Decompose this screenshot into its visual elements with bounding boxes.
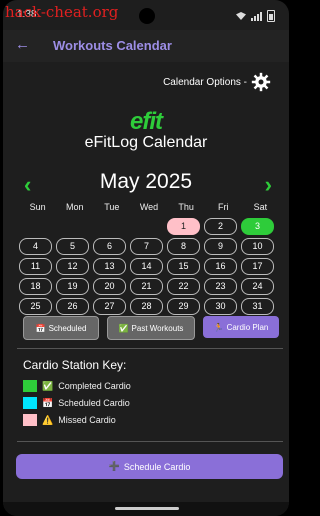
day-cell[interactable]: 3 — [241, 218, 274, 235]
missed-swatch — [23, 414, 37, 426]
day-cell[interactable]: 30 — [204, 298, 237, 315]
watermark-text: hack-cheat.org — [5, 3, 119, 21]
camera-cutout — [139, 8, 155, 24]
weekday-sat: Sat — [253, 202, 268, 212]
day-cell[interactable]: 5 — [56, 238, 89, 255]
calendar-options-label: Calendar Options - — [163, 76, 247, 88]
day-cell[interactable]: 12 — [56, 258, 89, 275]
day-cell[interactable]: 17 — [241, 258, 274, 275]
app-bar: ← Workouts Calendar — [3, 30, 289, 62]
month-navigator: ‹ May 2025 › — [3, 170, 289, 198]
checkmark-icon: ✅ — [118, 323, 129, 333]
page-title: Workouts Calendar — [53, 38, 172, 53]
day-cell[interactable]: 18 — [19, 278, 52, 295]
weekday-sun: Sun — [29, 202, 46, 212]
day-cell[interactable]: 9 — [204, 238, 237, 255]
app-title: eFitLog Calendar — [84, 134, 208, 151]
calendar-grid: 1 2 3 4 5 6 7 8 9 10 11 12 13 14 15 16 17 18 19 20 21 22 23 24 2… — [19, 218, 279, 315]
key-item-completed: ✅ Completed Cardio — [23, 380, 131, 392]
system-nav-bar — [3, 502, 289, 516]
month-label: May 2025 — [99, 170, 193, 193]
day-cell[interactable]: 29 — [167, 298, 200, 315]
divider — [17, 441, 283, 442]
day-cell[interactable]: 2 — [204, 218, 237, 235]
cardio-plan-filter-button[interactable]: 🏃 Cardio Plan — [203, 316, 279, 338]
day-cell[interactable]: 15 — [167, 258, 200, 275]
day-cell[interactable]: 24 — [241, 278, 274, 295]
day-cell[interactable]: 10 — [241, 238, 274, 255]
day-cell[interactable]: 16 — [204, 258, 237, 275]
calendar-options-button[interactable]: Calendar Options - — [163, 72, 271, 92]
phone-screen: 1:38 hack-cheat.org ← Workouts Calendar … — [3, 0, 289, 516]
weekday-mon: Mon — [65, 202, 84, 212]
runner-icon: 🏃 — [213, 322, 224, 332]
battery-icon — [267, 10, 275, 22]
day-cell[interactable]: 20 — [93, 278, 126, 295]
status-icons — [236, 10, 275, 22]
day-cell[interactable]: 8 — [167, 238, 200, 255]
day-cell-empty — [19, 218, 52, 233]
day-cell[interactable]: 25 — [19, 298, 52, 315]
weekday-tue: Tue — [104, 202, 120, 212]
home-indicator[interactable] — [115, 507, 179, 510]
completed-label: Completed Cardio — [58, 381, 131, 391]
day-cell[interactable]: 21 — [130, 278, 163, 295]
wifi-icon — [236, 12, 246, 20]
day-cell[interactable]: 28 — [130, 298, 163, 315]
scheduled-swatch — [23, 397, 37, 409]
day-cell-empty — [56, 218, 89, 233]
key-item-scheduled: 📅 Scheduled Cardio — [23, 397, 130, 409]
completed-swatch — [23, 380, 37, 392]
back-arrow-icon[interactable]: ← — [15, 36, 30, 53]
day-cell[interactable]: 26 — [56, 298, 89, 315]
key-item-missed: ⚠️ Missed Cardio — [23, 414, 116, 426]
next-month-button[interactable]: › — [265, 172, 272, 198]
divider — [17, 348, 283, 349]
status-bar: 1:38 hack-cheat.org — [3, 0, 289, 30]
day-cell[interactable]: 4 — [19, 238, 52, 255]
schedule-cardio-button[interactable]: ➕ Schedule Cardio — [16, 454, 283, 479]
day-cell[interactable]: 31 — [241, 298, 274, 315]
calendar-icon: 📅 — [42, 397, 54, 408]
filter-buttons: 📅 Scheduled ✅ Past Workouts 🏃 Cardio Pla… — [23, 316, 279, 340]
day-cell[interactable]: 11 — [19, 258, 52, 275]
checkmark-icon: ✅ — [42, 380, 54, 391]
past-workouts-filter-button[interactable]: ✅ Past Workouts — [107, 316, 195, 340]
day-cell[interactable]: 7 — [130, 238, 163, 255]
day-cell[interactable]: 23 — [204, 278, 237, 295]
cardio-plan-filter-label: Cardio Plan — [226, 322, 269, 332]
day-cell[interactable]: 14 — [130, 258, 163, 275]
day-cell[interactable]: 27 — [93, 298, 126, 315]
day-cell-empty — [130, 218, 163, 233]
past-workouts-filter-label: Past Workouts — [131, 323, 184, 333]
day-cell[interactable]: 13 — [93, 258, 126, 275]
calendar-icon: 📅 — [35, 323, 46, 333]
day-cell-empty — [93, 218, 126, 233]
scheduled-label: Scheduled Cardio — [58, 398, 130, 408]
weekday-header: Sun Mon Tue Wed Thu Fri Sat — [19, 202, 279, 212]
signal-icon — [251, 11, 262, 21]
cardio-key-title: Cardio Station Key: — [23, 358, 127, 372]
scheduled-filter-button[interactable]: 📅 Scheduled — [23, 316, 99, 340]
schedule-cardio-label: Schedule Cardio — [123, 461, 191, 472]
day-cell[interactable]: 6 — [93, 238, 126, 255]
day-cell[interactable]: 19 — [56, 278, 89, 295]
day-cell[interactable]: 22 — [167, 278, 200, 295]
warning-icon: ⚠️ — [42, 414, 54, 425]
plus-icon: ➕ — [108, 461, 120, 471]
day-cell[interactable]: 1 — [167, 218, 200, 235]
weekday-wed: Wed — [139, 202, 159, 212]
weekday-fri: Fri — [218, 202, 229, 212]
gear-icon — [251, 72, 271, 92]
weekday-thu: Thu — [178, 202, 194, 212]
scheduled-filter-label: Scheduled — [48, 323, 87, 333]
missed-label: Missed Cardio — [58, 415, 116, 425]
efit-logo: efit — [130, 108, 163, 135]
